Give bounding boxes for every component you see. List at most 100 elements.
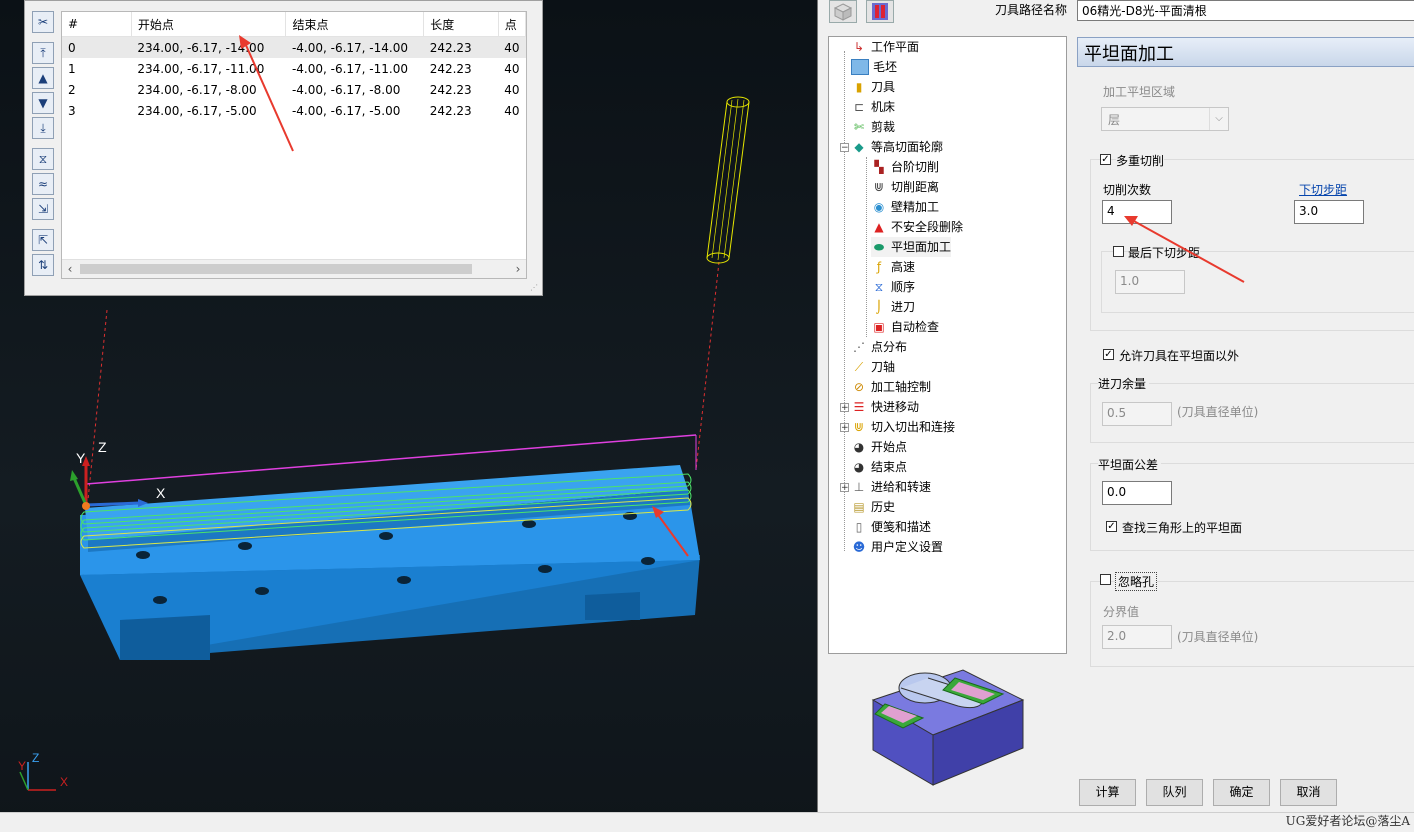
approach-unit: (刀具直径单位) <box>1177 405 1259 419</box>
ignore-holes-checkbox[interactable] <box>1100 574 1111 585</box>
filter-icon[interactable]: ⧖ <box>32 148 54 170</box>
speed-icon: ƒ <box>876 260 882 274</box>
stepdown-field[interactable]: 3.0 <box>1294 200 1364 224</box>
resize-grip-icon[interactable]: ⋰ <box>530 283 540 293</box>
tree-item-z-contour[interactable]: ◆ 等高切面轮廓 <box>851 137 943 157</box>
cell-points: 40 <box>504 61 520 76</box>
allow-tool-checkbox[interactable]: ✓ <box>1103 349 1114 360</box>
approach-label: 进刀余量 <box>1098 375 1150 392</box>
tree-item-step-cut[interactable]: ▚ 台阶切削 <box>871 157 939 177</box>
calculate-button[interactable]: 计算 <box>1079 779 1136 806</box>
toolpath-lead-left <box>87 309 108 501</box>
horizontal-scrollbar[interactable]: ‹ › <box>62 259 526 278</box>
machine-icon: ⊏ <box>853 100 865 114</box>
cell-index: 3 <box>68 103 76 118</box>
collapse-icon[interactable]: ⇅ <box>32 254 54 276</box>
scrollbar-thumb[interactable] <box>80 264 472 274</box>
tree-expander-icon[interactable]: + <box>840 423 849 433</box>
toolpath-preview-icon[interactable] <box>866 0 894 23</box>
tree-item-tool-axis[interactable]: ⟋ 刀轴 <box>851 357 895 377</box>
tree-item-wall-finish[interactable]: ◉ 壁精加工 <box>871 197 939 217</box>
tree-item-flat-machining[interactable]: ⬬ 平坦面加工 <box>871 237 952 257</box>
tree-item-user-settings[interactable]: ☻ 用户定义设置 <box>851 537 943 557</box>
tree-item-label: 等高切面轮廓 <box>871 140 944 154</box>
multi-cut-checkbox[interactable]: ✓ <box>1100 154 1111 165</box>
stepdown-link[interactable]: 下切步距 <box>1299 181 1347 198</box>
settings-tree[interactable]: − + + + ↳ 工作平面 毛坯 ▮ 刀具 ⊏ 机床 ✄ 剪裁 ◆ 等高切面轮廓 ▚ 台阶… <box>828 36 1067 654</box>
queue-button[interactable]: 队列 <box>1146 779 1203 806</box>
tree-item-label: 毛坯 <box>873 60 898 74</box>
tree-expander-icon[interactable]: + <box>840 483 849 493</box>
ok-button[interactable]: 确定 <box>1213 779 1270 806</box>
last-icon[interactable]: ⤓ <box>32 117 54 139</box>
expand-icon[interactable]: ⇲ <box>32 198 54 220</box>
tree-item-rapid-moves[interactable]: ☰ 快进移动 <box>851 397 919 417</box>
tree-item-stock[interactable]: 毛坯 <box>851 57 897 77</box>
down-icon[interactable]: ▼ <box>32 92 54 114</box>
tree-item-high-speed[interactable]: ƒ 高速 <box>871 257 915 277</box>
flat-area-select[interactable]: 层 ⌵ <box>1101 107 1229 131</box>
tree-expander-icon[interactable]: + <box>840 403 849 413</box>
links-icon: ⋓ <box>853 420 865 434</box>
tree-item-label: 进刀 <box>891 300 916 314</box>
tree-item-notes[interactable]: ▯ 便笺和描述 <box>851 517 931 537</box>
tree-item-tool[interactable]: ▮ 刀具 <box>851 77 895 97</box>
tree-item-machine[interactable]: ⊏ 机床 <box>851 97 895 117</box>
tree-item-feeds-speeds[interactable]: ⊥ 进给和转速 <box>851 477 931 497</box>
tree-item-start-point[interactable]: ◕ 开始点 <box>851 437 907 457</box>
segments-toolbar: ✂ ⤒ ▲ ▼ ⤓ ⧖ ≈ ⇲ ⇱ ⇅ <box>29 11 57 279</box>
order-icon: ⧖ <box>874 280 884 294</box>
tree-item-work-plane[interactable]: ↳ 工作平面 <box>851 37 919 57</box>
hole <box>136 551 150 559</box>
tree-item-order[interactable]: ⧖ 顺序 <box>871 277 915 297</box>
tree-item-lead-in[interactable]: ⌡ 进刀 <box>871 297 915 317</box>
tolerance-group <box>1090 463 1414 551</box>
tree-item-trim[interactable]: ✄ 剪裁 <box>851 117 895 137</box>
scissors-icon[interactable]: ✂ <box>32 11 54 33</box>
toolaxis-icon: ⟋ <box>854 360 864 374</box>
cancel-button[interactable]: 取消 <box>1280 779 1337 806</box>
tree-item-point-distribution[interactable]: ⋰ 点分布 <box>851 337 907 357</box>
tree-item-label: 自动检查 <box>891 320 940 334</box>
col-header-points[interactable]: 点 <box>498 12 527 37</box>
cell-points: 40 <box>504 103 520 118</box>
find-triangle-checkbox[interactable]: ✓ <box>1106 521 1117 532</box>
part-foot-left <box>120 615 210 660</box>
tolerance-field[interactable]: 0.0 <box>1102 481 1172 505</box>
tree-item-cut-distance[interactable]: ⋓ 切削距离 <box>871 177 939 197</box>
tree-item-label: 不安全段删除 <box>891 220 964 234</box>
tree-item-history[interactable]: ▤ 历史 <box>851 497 895 517</box>
multi-cut-label: 多重切削 <box>1116 152 1165 169</box>
approach-field[interactable]: 0.5 <box>1102 402 1172 426</box>
graphics-viewport[interactable]: Z Y X Z Y X ✂ ⤒ ▲ ▼ ⤓ ⧖ ≈ ⇲ ⇱ ⇅ # 开始点 结束… <box>0 0 817 831</box>
export-icon[interactable]: ⇱ <box>32 229 54 251</box>
cube-icon[interactable] <box>829 0 857 23</box>
tree-item-unsafe-removal[interactable]: ▲ 不安全段删除 <box>871 217 963 237</box>
user-settings-icon: ☻ <box>852 540 866 554</box>
tree-item-end-point[interactable]: ◕ 结束点 <box>851 457 907 477</box>
toolpath-dialog: 刀具路径名称 06精光-D8光-平面清根 − + + + ↳ 工作平面 毛坯 ▮ 刀… <box>817 0 1414 812</box>
wave-icon[interactable]: ≈ <box>32 173 54 195</box>
tree-item-label: 切削距离 <box>891 180 940 194</box>
hole <box>153 596 167 604</box>
trim-icon: ✄ <box>853 120 865 134</box>
first-icon[interactable]: ⤒ <box>32 42 54 64</box>
layers-icon: ◆ <box>854 140 864 154</box>
tree-item-auto-check[interactable]: ▣ 自动检查 <box>871 317 939 337</box>
scroll-right-icon[interactable]: › <box>510 260 526 278</box>
up-icon[interactable]: ▲ <box>32 67 54 89</box>
col-header-index[interactable]: # <box>62 12 132 37</box>
threshold-field[interactable]: 2.0 <box>1102 625 1172 649</box>
tree-expander-icon[interactable]: − <box>840 143 849 153</box>
axis-control-icon: ⊘ <box>853 380 865 394</box>
path-name-field[interactable]: 06精光-D8光-平面清根 <box>1077 0 1414 21</box>
tree-item-leads-links[interactable]: ⋓ 切入切出和连接 <box>851 417 955 437</box>
mini-axis-x: X <box>60 775 68 789</box>
tree-item-axis-control[interactable]: ⊘ 加工轴控制 <box>851 377 931 397</box>
scroll-left-icon[interactable]: ‹ <box>62 260 78 278</box>
tree-item-label: 点分布 <box>871 340 908 354</box>
cell-index: 0 <box>62 36 132 58</box>
flat-area-value: 层 <box>1108 113 1121 127</box>
axis-label-y: Y <box>76 450 86 466</box>
hole <box>238 542 252 550</box>
